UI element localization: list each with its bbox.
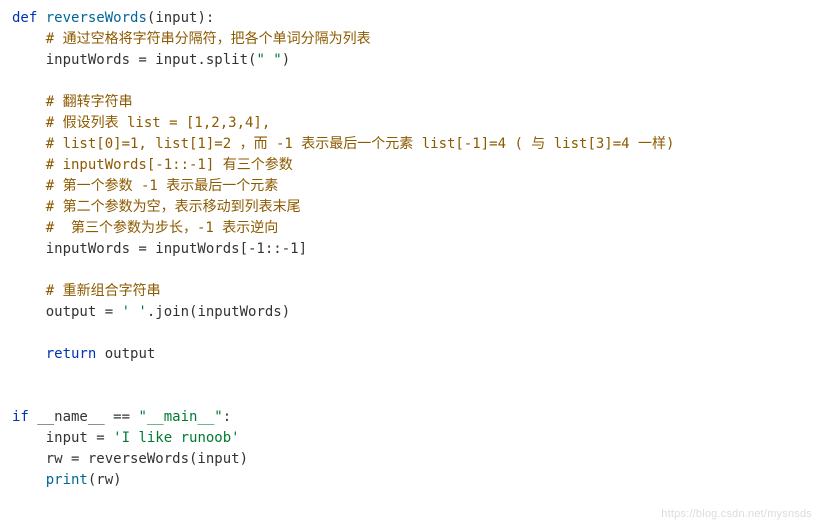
code-text: (input): [147, 10, 214, 26]
code-text: : [223, 409, 231, 425]
watermark: https://blog.csdn.net/mysnsds [661, 506, 812, 523]
code-text: .join(inputWords) [147, 304, 290, 320]
func-name: reverseWords [46, 10, 147, 26]
comment: # 第二个参数为空，表示移动到列表末尾 [46, 199, 301, 215]
keyword-def: def [12, 10, 37, 26]
func-print: print [46, 472, 88, 488]
keyword-if: if [12, 409, 29, 425]
code-text: inputWords = inputWords[-1::-1] [46, 241, 307, 257]
comment: # inputWords[-1::-1] 有三个参数 [46, 157, 293, 173]
code-text: rw = reverseWords(input) [46, 451, 248, 467]
code-text: (rw) [88, 472, 122, 488]
comment: # 翻转字符串 [46, 94, 133, 110]
comment: # 第一个参数 -1 表示最后一个元素 [46, 178, 279, 194]
code-text: output [96, 346, 155, 362]
string-literal: ' ' [122, 304, 147, 320]
string-literal: "__main__" [138, 409, 222, 425]
comment: # 通过空格将字符串分隔符，把各个单词分隔为列表 [46, 31, 371, 47]
string-literal: " " [256, 52, 281, 68]
string-literal: 'I like runoob' [113, 430, 239, 446]
code-text: output = [46, 304, 122, 320]
code-text: inputWords = input.split( [46, 52, 257, 68]
keyword-return: return [46, 346, 97, 362]
comment: # 第三个参数为步长，-1 表示逆向 [46, 220, 279, 236]
comment: # 假设列表 list = [1,2,3,4], [46, 115, 271, 131]
code-text: ) [282, 52, 290, 68]
code-text: input = [46, 430, 113, 446]
code-block: def reverseWords(input): # 通过空格将字符串分隔符，把… [12, 8, 808, 491]
code-text: __name__ == [29, 409, 139, 425]
comment: # list[0]=1, list[1]=2 ，而 -1 表示最后一个元素 li… [46, 136, 675, 152]
comment: # 重新组合字符串 [46, 283, 161, 299]
